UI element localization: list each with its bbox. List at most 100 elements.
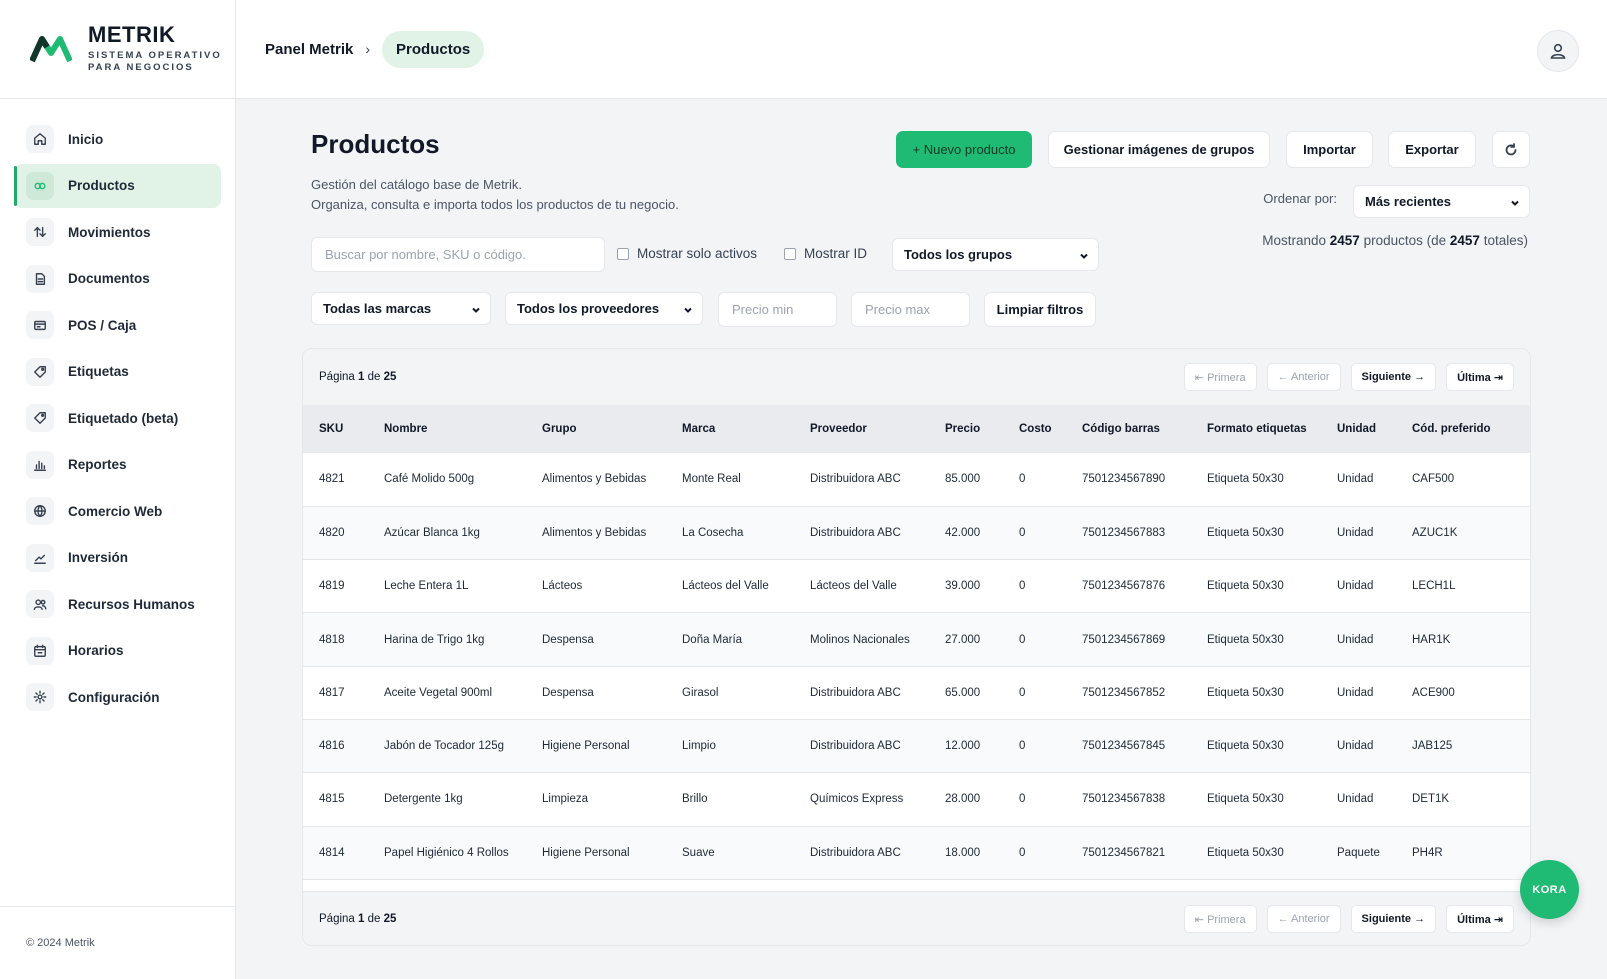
table-cell: Higiene Personal xyxy=(542,846,630,859)
kora-assistant-button[interactable]: KORA xyxy=(1520,860,1579,919)
table-cell: Etiqueta 50x30 xyxy=(1207,526,1284,539)
clear-filters-button[interactable]: Limpiar filtros xyxy=(984,292,1096,327)
sidebar-item-reportes[interactable]: Reportes xyxy=(14,443,221,487)
table-cell: Distribuidora ABC xyxy=(810,686,901,699)
sidebar-item-documentos[interactable]: Documentos xyxy=(14,257,221,301)
table-row[interactable]: 4821 Café Molido 500g Alimentos y Bebidas M… xyxy=(303,453,1530,507)
column-header[interactable]: Unidad xyxy=(1321,405,1396,453)
next-page-button[interactable]: Siguiente → xyxy=(1350,905,1437,933)
column-header[interactable]: Marca xyxy=(666,405,794,453)
new-product-button[interactable]: + Nuevo producto xyxy=(896,131,1032,168)
table-row[interactable]: 4818 Harina de Trigo 1kg Despensa Doña Marí… xyxy=(303,612,1530,667)
refresh-button[interactable] xyxy=(1492,131,1530,168)
checkbox-box[interactable] xyxy=(617,247,629,260)
column-header[interactable]: SKU xyxy=(303,405,368,453)
page-description-line-1: Gestión del catálogo base de Metrik. xyxy=(311,177,523,192)
sidebar-item-inversion[interactable]: Inversión xyxy=(14,536,221,580)
group-filter-select[interactable]: Todos los grupos xyxy=(892,238,1099,271)
next-page-button[interactable]: Siguiente → xyxy=(1350,363,1437,391)
table-cell: 4818 xyxy=(319,633,345,646)
column-header[interactable]: Código barras xyxy=(1066,405,1191,453)
breadcrumb-current: Productos xyxy=(382,30,485,68)
table-cell: Unidad xyxy=(1337,740,1374,753)
first-page-button[interactable]: ⇤ Primera xyxy=(1183,363,1257,391)
previous-page-button[interactable]: ← Anterior xyxy=(1266,363,1341,391)
table-row[interactable]: 4820 Azúcar Blanca 1kg Alimentos y Bebidas… xyxy=(303,506,1530,560)
sidebar-item-comercio-web[interactable]: Comercio Web xyxy=(14,489,221,533)
sidebar-item-etiquetas[interactable]: Etiquetas xyxy=(14,350,221,394)
search-input[interactable] xyxy=(311,237,605,272)
table-cell: Despensa xyxy=(542,686,594,699)
column-header[interactable]: Grupo xyxy=(526,405,666,453)
table-row[interactable]: 4817 Aceite Vegetal 900ml Despensa Girasol D… xyxy=(303,666,1530,720)
brand[interactable]: METRIK SISTEMA OPERATIVO PARA NEGOCIOS xyxy=(0,0,235,99)
import-button[interactable]: Importar xyxy=(1286,131,1373,168)
table-cell: 0 xyxy=(1019,846,1026,859)
column-header[interactable]: Nombre xyxy=(368,405,526,453)
only-active-checkbox[interactable]: Mostrar solo activos xyxy=(617,246,757,261)
table-cell: Higiene Personal xyxy=(542,740,630,753)
sidebar-item-horarios[interactable]: Horarios xyxy=(14,629,221,673)
sort-select[interactable]: Más recientes xyxy=(1353,185,1530,218)
table-row[interactable]: 4819 Leche Entera 1L Lácteos Lácteos del Va… xyxy=(303,560,1530,613)
first-page-button[interactable]: ⇤ Primera xyxy=(1183,905,1257,933)
brand-filter-select[interactable]: Todas las marcas xyxy=(311,292,491,325)
chevron-down-icon xyxy=(1510,196,1520,206)
user-menu-button[interactable] xyxy=(1537,30,1579,72)
table-cell: 0 xyxy=(1019,633,1026,646)
price-max-input[interactable] xyxy=(851,292,970,327)
trend-icon xyxy=(26,543,54,572)
sidebar-item-label: POS / Caja xyxy=(68,317,137,333)
last-page-button[interactable]: Última ⇥ xyxy=(1446,363,1514,391)
chevron-down-icon xyxy=(471,303,481,313)
sidebar-item-movimientos[interactable]: Movimientos xyxy=(14,210,221,254)
table-cell: 39.000 xyxy=(945,580,981,593)
table-cell: Brillo xyxy=(682,793,708,806)
sidebar-item-label: Reportes xyxy=(68,457,127,472)
table-row[interactable]: 4815 Detergente 1kg Limpieza Brillo Químicos… xyxy=(303,773,1530,827)
brand-subtitle-1: SISTEMA OPERATIVO xyxy=(88,50,222,61)
gear-icon xyxy=(26,683,54,711)
column-header[interactable]: Cód. preferido xyxy=(1396,405,1530,453)
table-cell: 4820 xyxy=(319,526,345,539)
sidebar-item-etiquetado-beta[interactable]: Etiquetado (beta) xyxy=(14,396,221,440)
page-indicator: Página 1 de 25 xyxy=(319,913,396,925)
sidebar-item-configuracion[interactable]: Configuración xyxy=(14,675,221,719)
sidebar-item-pos[interactable]: POS / Caja xyxy=(14,303,221,347)
sidebar-item-recursos-humanos[interactable]: Recursos Humanos xyxy=(14,582,221,626)
only-active-label: Mostrar solo activos xyxy=(637,246,758,261)
sidebar-item-inicio[interactable]: Inicio xyxy=(14,117,221,161)
breadcrumb-root[interactable]: Panel Metrik xyxy=(265,41,353,58)
table-cell: CAF500 xyxy=(1412,473,1455,486)
checkbox-box[interactable] xyxy=(784,247,796,260)
column-header[interactable]: Costo xyxy=(1003,405,1066,453)
supplier-filter-select[interactable]: Todos los proveedores xyxy=(505,292,703,325)
last-page-button[interactable]: Última ⇥ xyxy=(1446,905,1514,933)
tag-icon xyxy=(26,357,54,386)
table-cell: Unidad xyxy=(1337,633,1374,646)
products-icon xyxy=(26,171,54,200)
column-header[interactable]: Precio xyxy=(929,405,1003,453)
table-cell: 27.000 xyxy=(945,633,981,646)
table-cell: Suave xyxy=(682,846,715,859)
table-cell: 4815 xyxy=(319,793,345,806)
manage-group-images-button[interactable]: Gestionar imágenes de grupos xyxy=(1048,131,1270,168)
previous-page-button[interactable]: ← Anterior xyxy=(1266,905,1341,933)
export-button[interactable]: Exportar xyxy=(1388,131,1476,168)
table-cell: 4821 xyxy=(319,473,345,486)
table-cell: Alimentos y Bebidas xyxy=(542,473,647,486)
page-current: 1 xyxy=(358,371,365,383)
table-row[interactable]: 4816 Jabón de Tocador 125g Higiene Persona… xyxy=(303,719,1530,773)
price-min-input[interactable] xyxy=(718,292,837,327)
table-row[interactable]: 4814 Papel Higiénico 4 Rollos Higiene Pers… xyxy=(303,826,1530,880)
sidebar-item-label: Comercio Web xyxy=(68,503,163,519)
products-table-card: Página 1 de 25 ⇤ Primera ← Anterior Sigu… xyxy=(302,348,1531,946)
column-header[interactable]: Formato etiquetas xyxy=(1191,405,1321,453)
sidebar-item-productos[interactable]: Productos xyxy=(14,163,221,208)
column-header[interactable]: Proveedor xyxy=(794,405,929,453)
group-filter-value: Todos los grupos xyxy=(904,247,1013,262)
table-cell: Unidad xyxy=(1337,526,1374,539)
show-id-checkbox[interactable]: Mostrar ID xyxy=(784,246,867,261)
table-cell: Unidad xyxy=(1337,580,1374,593)
sidebar-item-label: Documentos xyxy=(68,271,150,286)
